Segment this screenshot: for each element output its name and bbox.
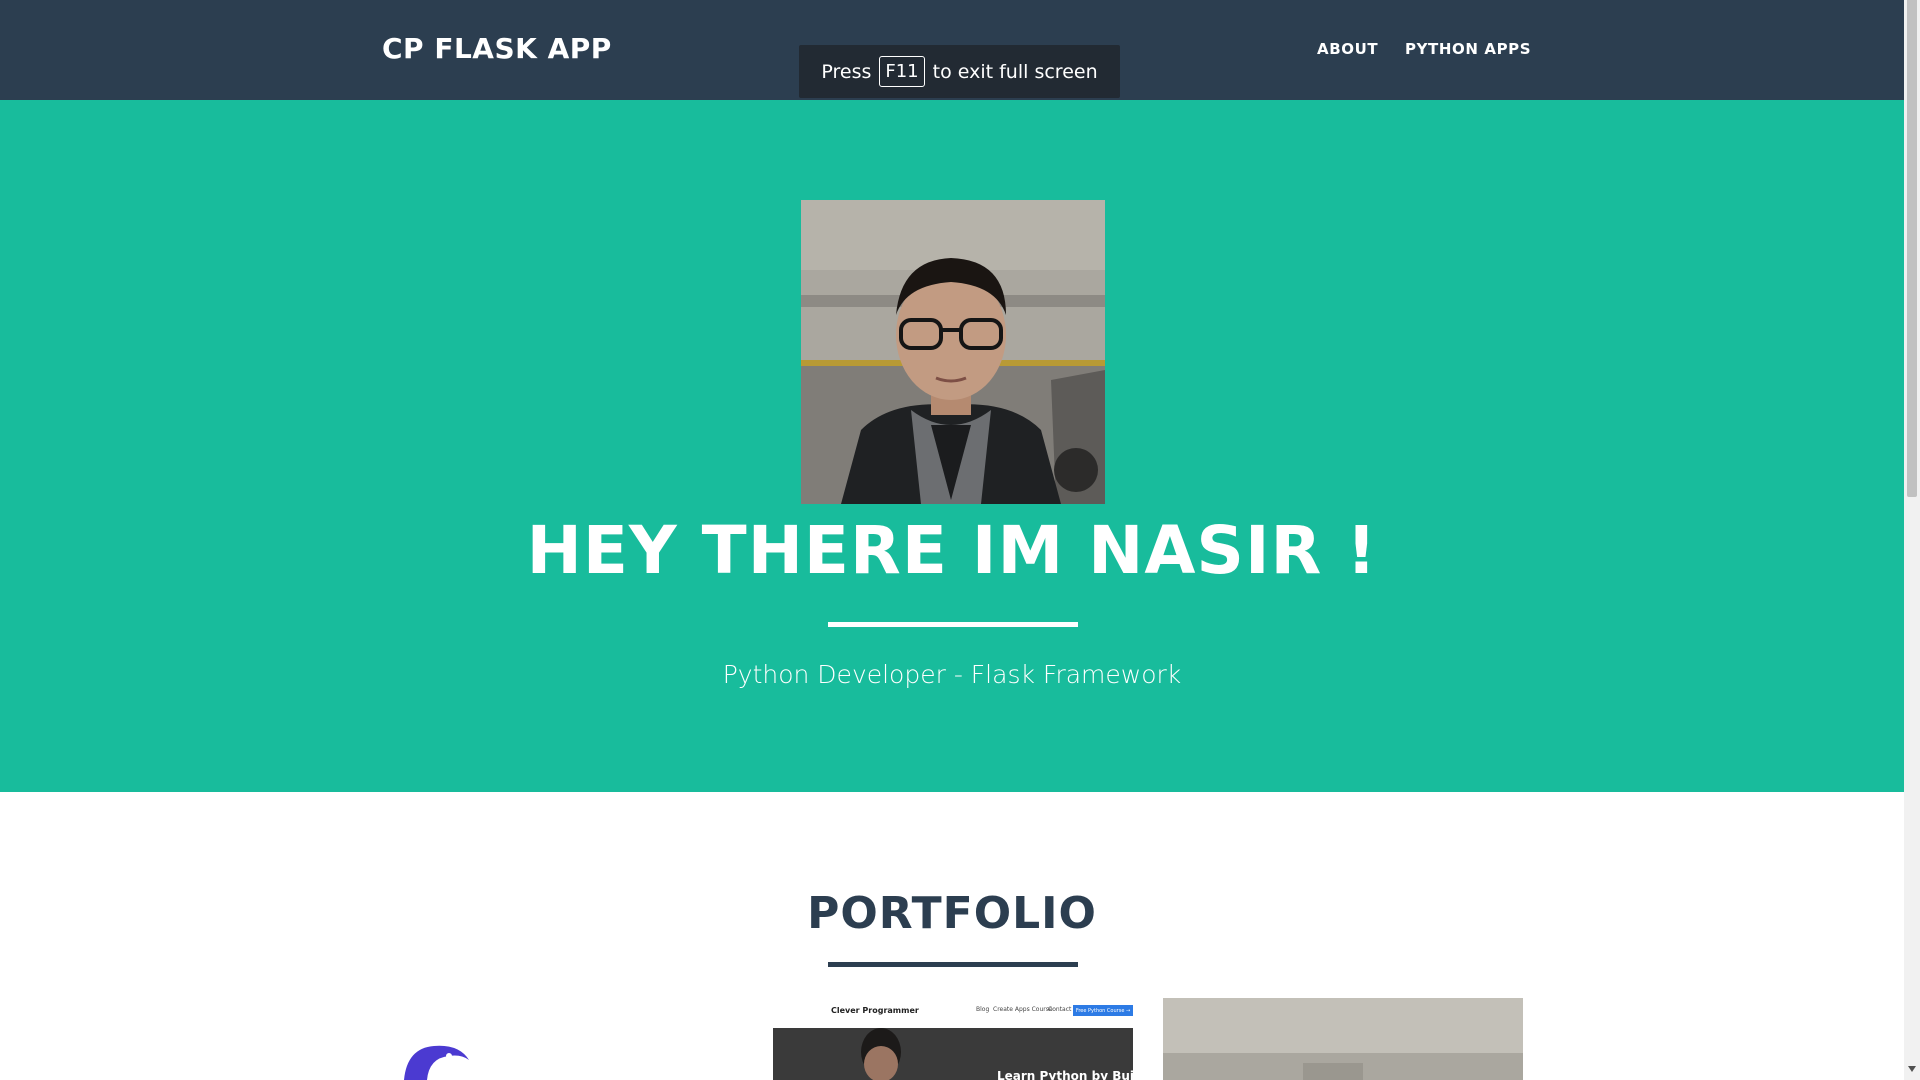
photo-thumbnail <box>1163 998 1523 1080</box>
thumbnail-cta-button: Free Python Course → <box>1073 1005 1133 1016</box>
portfolio-item-clever-programmer[interactable]: Clever Programmer Blog Create Apps Cours… <box>773 998 1133 1080</box>
thumbnail-menu-blog: Blog <box>976 1006 990 1013</box>
portfolio-item-photo[interactable] <box>1163 998 1523 1080</box>
portfolio-divider <box>828 962 1078 967</box>
portfolio-title: PORTFOLIO <box>807 888 1097 939</box>
thumbnail-navbar: Clever Programmer Blog Create Apps Cours… <box>773 998 1133 1024</box>
hero-section: HEY THERE IM NASIR ! Python Developer - … <box>0 100 1904 792</box>
profile-photo <box>801 200 1105 504</box>
python-logo-icon <box>404 1045 469 1080</box>
hero-subtitle: Python Developer - Flask Framework <box>722 660 1182 689</box>
f11-key-badge: F11 <box>879 56 925 87</box>
nav-link-about[interactable]: ABOUT <box>1317 40 1378 58</box>
hero-title: HEY THERE IM NASIR ! <box>526 512 1378 589</box>
thumbnail-menu-course: Create Apps Course <box>993 1006 1053 1013</box>
scroll-down-arrow-icon[interactable] <box>1908 1066 1916 1072</box>
hero-divider <box>828 622 1078 627</box>
portfolio-item-python-logo[interactable] <box>389 998 729 1080</box>
thumbnail-hero-text: Learn Python by Buildi <box>997 1069 1133 1080</box>
nav-link-python-apps[interactable]: PYTHON APPS <box>1405 40 1531 58</box>
thumbnail-menu-contact: Contact <box>1048 1006 1072 1013</box>
navbar-brand[interactable]: CP FLASK APP <box>382 32 612 65</box>
scrollbar-thumb[interactable] <box>1907 0 1917 497</box>
thumbnail-brand: Clever Programmer <box>831 1006 919 1015</box>
toast-suffix: to exit full screen <box>932 60 1098 83</box>
fullscreen-exit-toast: Press F11 to exit full screen <box>799 45 1120 98</box>
toast-prefix: Press <box>821 60 872 83</box>
